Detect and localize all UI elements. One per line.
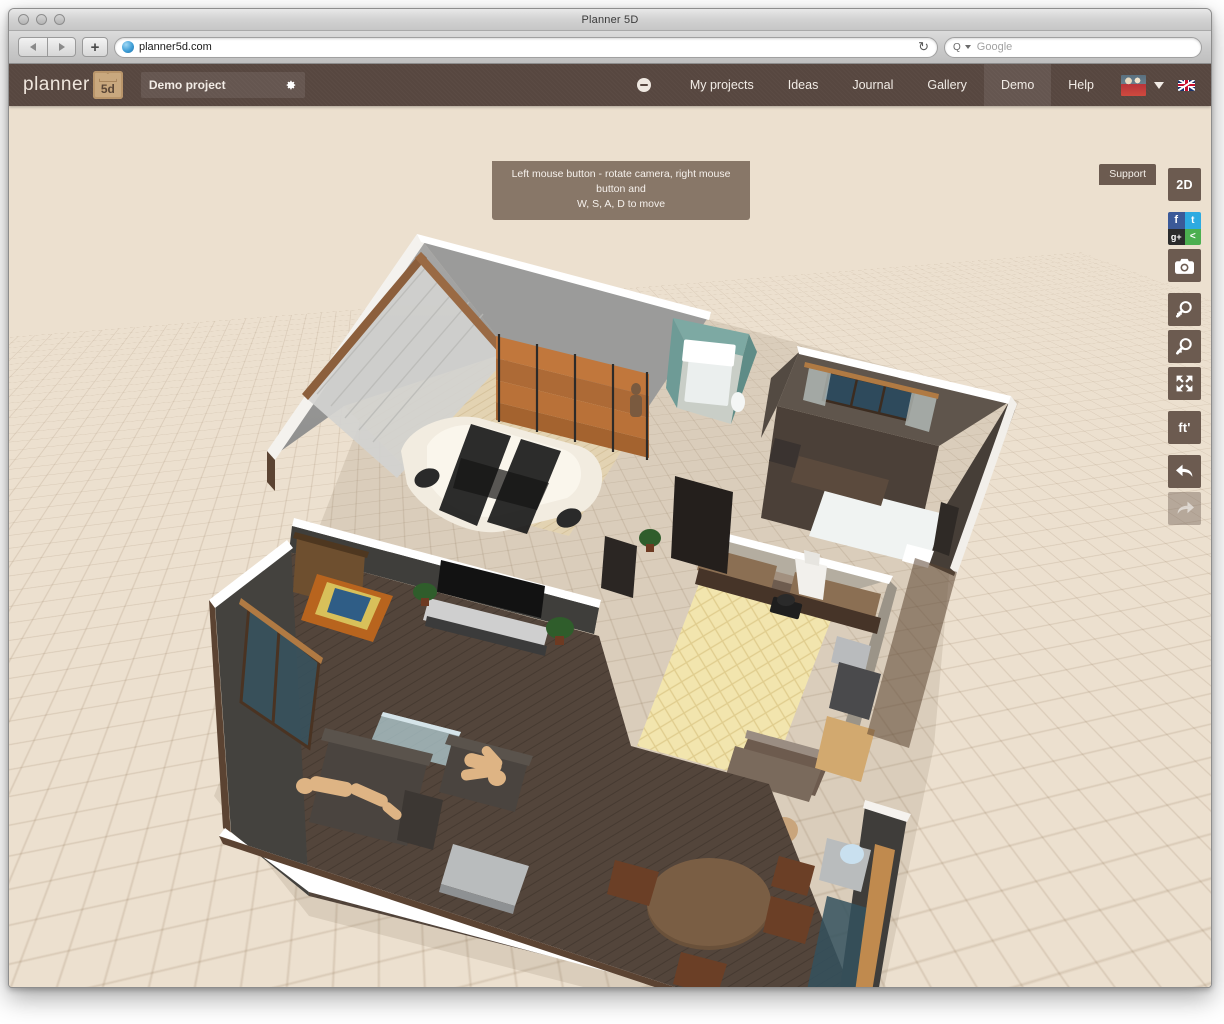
chevron-right-icon	[59, 43, 65, 51]
share-icon[interactable]: <	[1185, 229, 1202, 246]
toilet	[731, 392, 745, 412]
chevron-left-icon	[30, 43, 36, 51]
undo-button[interactable]	[1168, 455, 1201, 488]
redo-button[interactable]	[1168, 492, 1201, 525]
undo-icon	[1175, 463, 1195, 481]
zoom-in-icon	[1175, 300, 1194, 319]
pan	[777, 594, 795, 606]
zoom-out-button[interactable]	[1168, 330, 1201, 363]
logo-badge-text: 5d	[101, 83, 115, 95]
smiley-icon[interactable]	[637, 78, 651, 92]
browser-window: Planner 5D + planner5d.com ↻ Q Google	[8, 8, 1212, 988]
facebook-icon[interactable]: f	[1168, 212, 1185, 229]
flag-part	[1178, 84, 1195, 87]
googleplus-icon[interactable]: g+	[1168, 229, 1185, 246]
twitter-icon[interactable]: t	[1185, 212, 1202, 229]
globe-icon	[122, 41, 134, 53]
units-toggle-button[interactable]: ft'	[1168, 411, 1201, 444]
back-button[interactable]	[18, 37, 47, 57]
planner5d-app: planner 5d Demo project My projects Idea…	[9, 64, 1211, 988]
project-name-field[interactable]: Demo project	[141, 72, 305, 98]
planner5d-logo[interactable]: planner 5d	[23, 71, 123, 99]
redo-icon	[1175, 500, 1195, 518]
hall-door-2	[601, 536, 637, 598]
hall-door-1	[671, 476, 733, 574]
browser-titlebar: Planner 5D	[9, 9, 1211, 31]
window-title: Planner 5D	[9, 14, 1211, 26]
logo-wordmark: planner	[23, 74, 90, 96]
3d-viewport[interactable]: Left mouse button - rotate camera, right…	[9, 106, 1211, 988]
view-mode-2d-button[interactable]: 2D	[1168, 168, 1201, 201]
hint-line-2: W, S, A, D to move	[500, 197, 742, 212]
chevron-down-icon[interactable]	[1154, 82, 1164, 89]
zoom-in-button[interactable]	[1168, 293, 1201, 326]
fullscreen-icon	[1175, 374, 1194, 393]
nav-item-demo[interactable]: Demo	[984, 64, 1051, 106]
mannequin-garage	[630, 383, 642, 417]
browser-toolbar: + planner5d.com ↻ Q Google	[9, 31, 1211, 64]
search-placeholder: Google	[977, 41, 1012, 53]
washing-machine-door	[840, 844, 864, 864]
house-svg	[9, 106, 1209, 988]
avatar[interactable]	[1121, 75, 1146, 96]
viewport-toolbar: 2D f t g+ <	[1168, 168, 1201, 529]
support-tab[interactable]: Support	[1099, 164, 1156, 185]
url-text: planner5d.com	[139, 41, 918, 53]
nav-item-help[interactable]: Help	[1051, 64, 1111, 106]
uk-flag-icon[interactable]	[1178, 80, 1195, 91]
search-icon: Q	[953, 42, 961, 53]
main-menu: My projects Ideas Journal Gallery Demo H…	[637, 64, 1211, 106]
nav-item-ideas[interactable]: Ideas	[771, 64, 836, 106]
view-mode-2d-label: 2D	[1176, 178, 1193, 192]
camera-icon	[1175, 258, 1194, 274]
fullscreen-button[interactable]	[1168, 367, 1201, 400]
project-name-text: Demo project	[149, 78, 284, 92]
flag-part	[1185, 80, 1188, 91]
nav-item-gallery[interactable]: Gallery	[910, 64, 984, 106]
new-tab-button[interactable]: +	[82, 37, 108, 57]
dining-table-top	[647, 858, 771, 946]
reload-icon[interactable]: ↻	[918, 39, 929, 55]
gear-icon[interactable]	[284, 79, 297, 92]
chevron-down-icon	[965, 45, 971, 49]
house-3d-model[interactable]	[9, 106, 1209, 988]
nav-item-journal[interactable]: Journal	[835, 64, 910, 106]
logo-house-badge: 5d	[93, 71, 123, 99]
forward-button[interactable]	[47, 37, 76, 57]
zoom-out-icon	[1175, 337, 1194, 356]
nav-buttons	[18, 37, 76, 57]
social-share-button[interactable]: f t g+ <	[1168, 212, 1201, 245]
camera-controls-hint: Left mouse button - rotate camera, right…	[492, 161, 750, 220]
address-bar[interactable]: planner5d.com ↻	[114, 37, 938, 58]
search-input[interactable]: Q Google	[944, 37, 1202, 58]
app-navbar: planner 5d Demo project My projects Idea…	[9, 64, 1211, 106]
units-toggle-label: ft'	[1178, 421, 1190, 435]
nav-item-my-projects[interactable]: My projects	[673, 64, 771, 106]
hint-line-1: Left mouse button - rotate camera, right…	[500, 167, 742, 197]
snapshot-button[interactable]	[1168, 249, 1201, 282]
